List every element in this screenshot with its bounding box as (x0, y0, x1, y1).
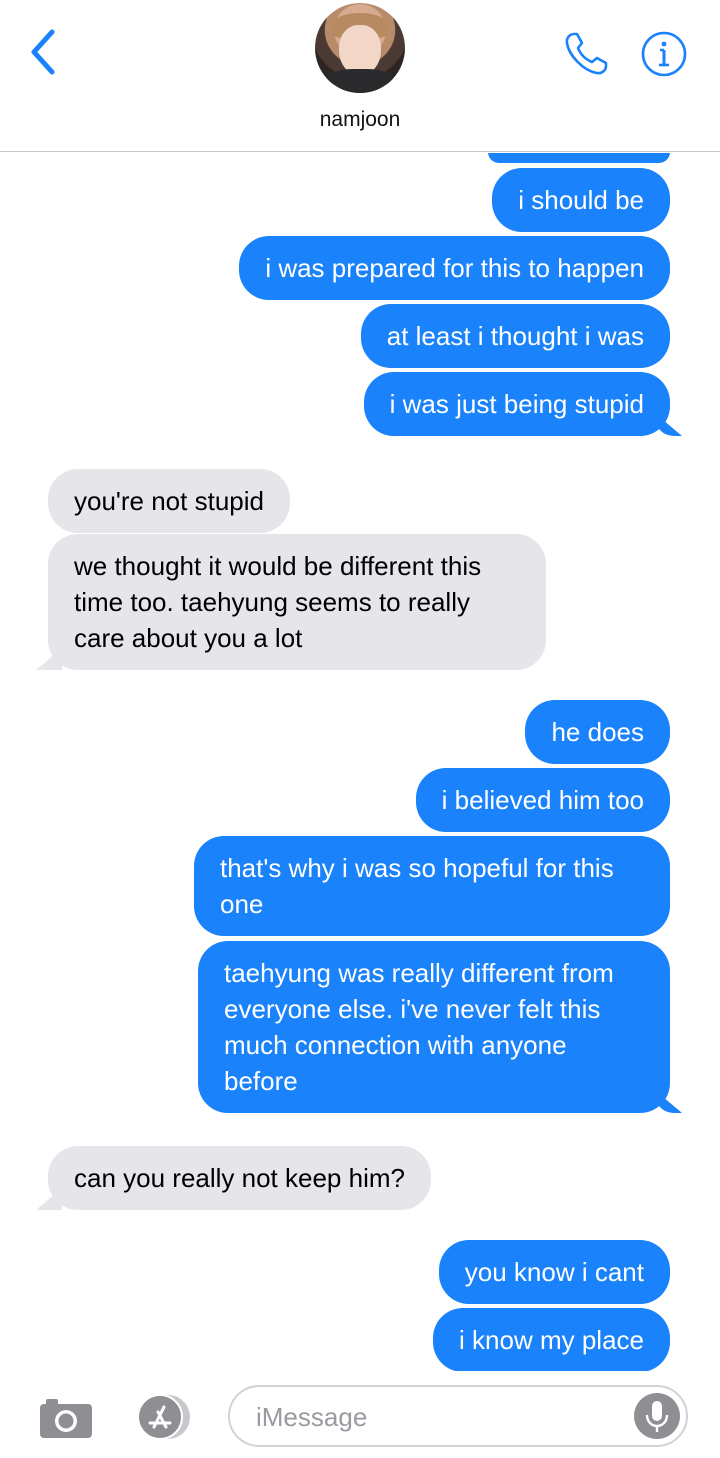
message-input[interactable] (256, 1397, 636, 1437)
contact-avatar[interactable] (315, 3, 405, 93)
message-bubble-sent[interactable]: i should be (492, 168, 670, 232)
conversation-header: namjoon (0, 0, 720, 152)
camera-button[interactable] (38, 1396, 94, 1440)
info-button[interactable] (640, 30, 688, 78)
message-bubble-received[interactable]: can you really not keep him? (48, 1146, 431, 1210)
app-store-button[interactable] (130, 1392, 194, 1442)
dictation-button[interactable] (634, 1393, 680, 1439)
message-bubble-partial (488, 153, 670, 163)
app-store-icon (137, 1394, 190, 1440)
chevron-left-icon (31, 29, 55, 75)
microphone-icon (645, 1401, 669, 1432)
message-bubble-sent[interactable]: i was just being stupid (363, 372, 670, 436)
call-button[interactable] (560, 28, 612, 80)
info-icon (641, 31, 687, 77)
message-bubble-sent[interactable]: i believed him too (415, 768, 670, 832)
message-bubble-sent[interactable]: that's why i was so hopeful for this one (194, 836, 670, 936)
back-button[interactable] (22, 26, 66, 78)
message-bubble-received[interactable]: we thought it would be different this ti… (48, 534, 546, 670)
message-composer (0, 1372, 720, 1458)
camera-icon (40, 1399, 92, 1438)
message-thread[interactable]: i should be i was prepared for this to h… (0, 153, 720, 1371)
message-bubble-sent[interactable]: i know my place (433, 1308, 670, 1371)
message-bubble-sent[interactable]: you know i cant (438, 1240, 670, 1304)
message-bubble-sent[interactable]: i was prepared for this to happen (239, 236, 670, 300)
contact-name[interactable]: namjoon (0, 108, 720, 132)
message-bubble-sent[interactable]: taehyung was really different from every… (198, 941, 670, 1113)
message-bubble-sent[interactable]: at least i thought i was (360, 304, 670, 368)
imessage-field[interactable] (228, 1385, 688, 1447)
phone-icon (565, 32, 608, 75)
message-bubble-sent[interactable]: he does (525, 700, 670, 764)
message-bubble-received[interactable]: you're not stupid (48, 469, 290, 533)
